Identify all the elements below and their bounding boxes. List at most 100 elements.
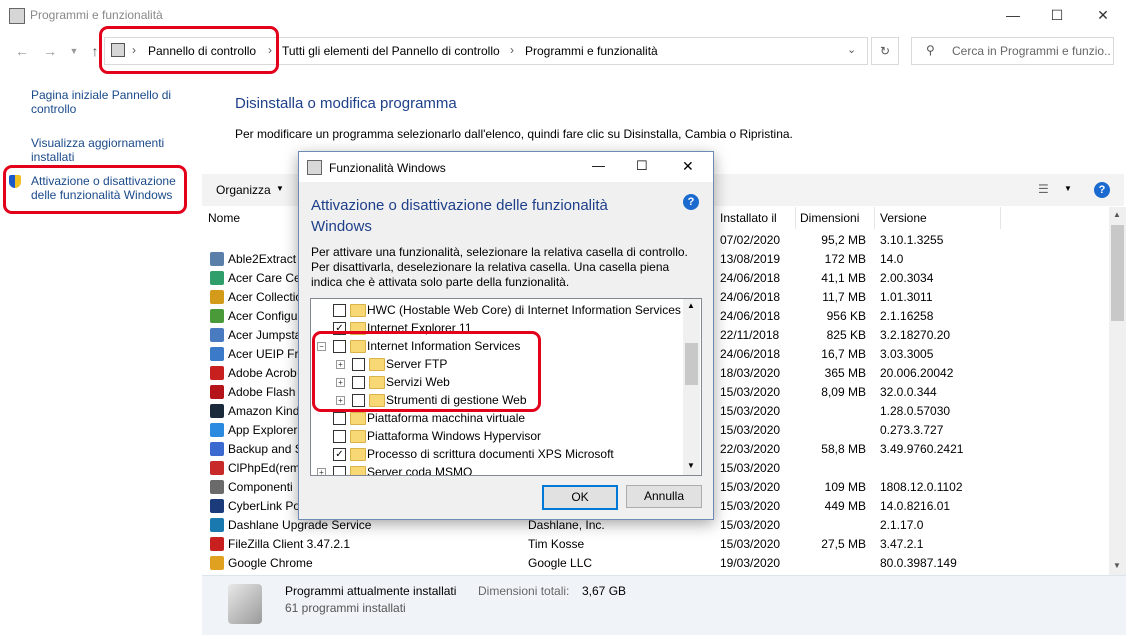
scroll-thumb[interactable] bbox=[685, 343, 698, 385]
forward-icon[interactable]: → bbox=[40, 41, 60, 61]
program-date: 15/03/2020 bbox=[720, 461, 781, 475]
organize-button[interactable]: Organizza bbox=[216, 183, 271, 197]
program-size: 27,5 MB bbox=[821, 537, 866, 551]
search-icon: ⚲ bbox=[926, 43, 935, 57]
program-date: 24/06/2018 bbox=[720, 271, 781, 285]
chevron-down-icon[interactable]: ▼ bbox=[276, 184, 284, 193]
search-placeholder: Cerca in Programmi e funzio... bbox=[952, 44, 1110, 58]
column-divider[interactable] bbox=[874, 207, 875, 229]
program-date: 13/08/2019 bbox=[720, 252, 781, 266]
feature-checkbox[interactable] bbox=[333, 466, 346, 475]
folder-icon bbox=[350, 466, 366, 475]
breadcrumb-programs[interactable]: Programmi e funzionalità bbox=[525, 44, 658, 58]
chevron-down-icon[interactable]: ▼ bbox=[1064, 184, 1072, 193]
feature-item[interactable]: ✓ Processo di scrittura documenti XPS Mic… bbox=[311, 445, 683, 463]
program-size: 449 MB bbox=[824, 499, 866, 513]
column-header-size[interactable]: Dimensioni bbox=[800, 211, 859, 225]
feature-checkbox[interactable] bbox=[333, 304, 346, 317]
help-icon[interactable]: ? bbox=[683, 194, 699, 210]
view-options-icon[interactable]: ☰ bbox=[1038, 182, 1049, 196]
program-size: 58,8 MB bbox=[821, 442, 866, 456]
folder-icon bbox=[350, 430, 366, 443]
table-row[interactable]: FileZilla Client 3.47.2.1 Tim Kosse 15/03/… bbox=[210, 535, 1110, 554]
close-icon[interactable]: ✕ bbox=[1080, 0, 1126, 31]
expand-icon[interactable]: + bbox=[317, 468, 326, 475]
program-version: 0.273.3.727 bbox=[880, 423, 944, 437]
refresh-icon[interactable]: ↻ bbox=[871, 37, 899, 65]
minimize-icon[interactable]: — bbox=[592, 158, 605, 173]
ok-button[interactable]: OK bbox=[542, 485, 618, 510]
windows-features-icon bbox=[307, 160, 322, 175]
page-description: Per modificare un programma selezionarlo… bbox=[235, 127, 793, 141]
feature-label: Piattaforma macchina virtuale bbox=[367, 411, 526, 425]
program-date: 22/03/2020 bbox=[720, 442, 781, 456]
feature-item[interactable]: Piattaforma Windows Hypervisor bbox=[311, 427, 683, 445]
table-row[interactable]: Google Chrome Google LLC 19/03/2020 80.0.39… bbox=[210, 554, 1110, 573]
program-name: Acer Collectio bbox=[228, 290, 303, 304]
program-size: 109 MB bbox=[824, 480, 866, 494]
program-date: 24/06/2018 bbox=[720, 290, 781, 304]
breadcrumb-all-items[interactable]: Tutti gli elementi del Pannello di contr… bbox=[282, 44, 500, 58]
programs-icon bbox=[228, 584, 262, 624]
status-panel: Programmi attualmente installati Dimensi… bbox=[202, 575, 1126, 635]
status-count: 61 programmi installati bbox=[285, 601, 406, 615]
tree-scrollbar[interactable]: ▲ ▼ bbox=[683, 299, 700, 475]
scroll-down-icon[interactable]: ▼ bbox=[1113, 561, 1121, 570]
column-divider[interactable] bbox=[795, 207, 796, 229]
highlight-features-link bbox=[3, 165, 187, 214]
chevron-down-icon[interactable]: ⌄ bbox=[847, 43, 856, 56]
program-version: 2.1.17.0 bbox=[880, 518, 924, 532]
program-size: 956 KB bbox=[826, 309, 866, 323]
search-input[interactable]: ⚲ Cerca in Programmi e funzio... bbox=[911, 37, 1114, 65]
program-name: Acer Care Cen bbox=[228, 271, 308, 285]
highlight-iis bbox=[312, 331, 541, 412]
program-date: 15/03/2020 bbox=[720, 518, 781, 532]
program-date: 15/03/2020 bbox=[720, 423, 781, 437]
program-size: 11,7 MB bbox=[822, 290, 866, 304]
program-version: 3.03.3005 bbox=[880, 347, 934, 361]
close-icon[interactable]: ✕ bbox=[682, 158, 694, 175]
scroll-up-icon[interactable]: ▲ bbox=[1113, 210, 1121, 219]
maximize-icon[interactable]: ☐ bbox=[636, 158, 648, 174]
help-icon[interactable]: ? bbox=[1094, 182, 1110, 198]
back-icon[interactable]: ← bbox=[12, 41, 32, 61]
program-date: 15/03/2020 bbox=[720, 385, 781, 399]
recent-dropdown-icon[interactable]: ▼ bbox=[64, 41, 84, 61]
dialog-heading: Attivazione o disattivazione delle funzi… bbox=[311, 197, 608, 235]
status-size-label: Dimensioni totali: bbox=[478, 584, 570, 598]
scroll-up-icon[interactable]: ▲ bbox=[687, 301, 695, 310]
program-name: App Explorer bbox=[228, 423, 298, 437]
program-name: Componenti bbox=[228, 480, 293, 494]
feature-checkbox[interactable] bbox=[333, 412, 346, 425]
program-name: Acer Configu bbox=[228, 309, 298, 323]
program-version: 3.2.18270.20 bbox=[880, 328, 951, 342]
column-divider[interactable] bbox=[1000, 207, 1001, 229]
program-icon bbox=[210, 309, 224, 323]
minimize-icon[interactable]: — bbox=[990, 0, 1036, 31]
program-icon bbox=[210, 556, 224, 570]
sidebar-item-home[interactable]: Pagina iniziale Pannello di controllo bbox=[31, 88, 181, 116]
sidebar-item-updates[interactable]: Visualizza aggiornamenti installati bbox=[31, 136, 181, 164]
column-header-name[interactable]: Nome bbox=[208, 211, 240, 225]
feature-item[interactable]: HWC (Hostable Web Core) di Internet Info… bbox=[311, 301, 683, 319]
feature-checkbox[interactable]: ✓ bbox=[333, 448, 346, 461]
program-icon bbox=[210, 537, 224, 551]
column-header-version[interactable]: Versione bbox=[880, 211, 927, 225]
program-size: 825 KB bbox=[826, 328, 866, 342]
scroll-thumb[interactable] bbox=[1111, 225, 1124, 321]
feature-item[interactable]: + Server coda MSMQ bbox=[311, 463, 683, 475]
feature-checkbox[interactable] bbox=[333, 430, 346, 443]
program-version: 80.0.3987.149 bbox=[880, 556, 957, 570]
program-icon bbox=[210, 252, 224, 266]
maximize-icon[interactable]: ☐ bbox=[1034, 0, 1080, 31]
program-name: Acer UEIP Fra bbox=[228, 347, 306, 361]
breadcrumb-separator[interactable]: › bbox=[510, 43, 514, 57]
cancel-button[interactable]: Annulla bbox=[626, 485, 702, 508]
program-version: 2.1.16258 bbox=[880, 309, 934, 323]
column-header-installed[interactable]: Installato il bbox=[720, 211, 777, 225]
program-size: 365 MB bbox=[824, 366, 866, 380]
vertical-scrollbar[interactable]: ▲ ▼ bbox=[1109, 207, 1126, 575]
program-publisher: Tim Kosse bbox=[528, 537, 585, 551]
scroll-down-icon[interactable]: ▼ bbox=[687, 461, 695, 470]
program-icon bbox=[210, 423, 224, 437]
